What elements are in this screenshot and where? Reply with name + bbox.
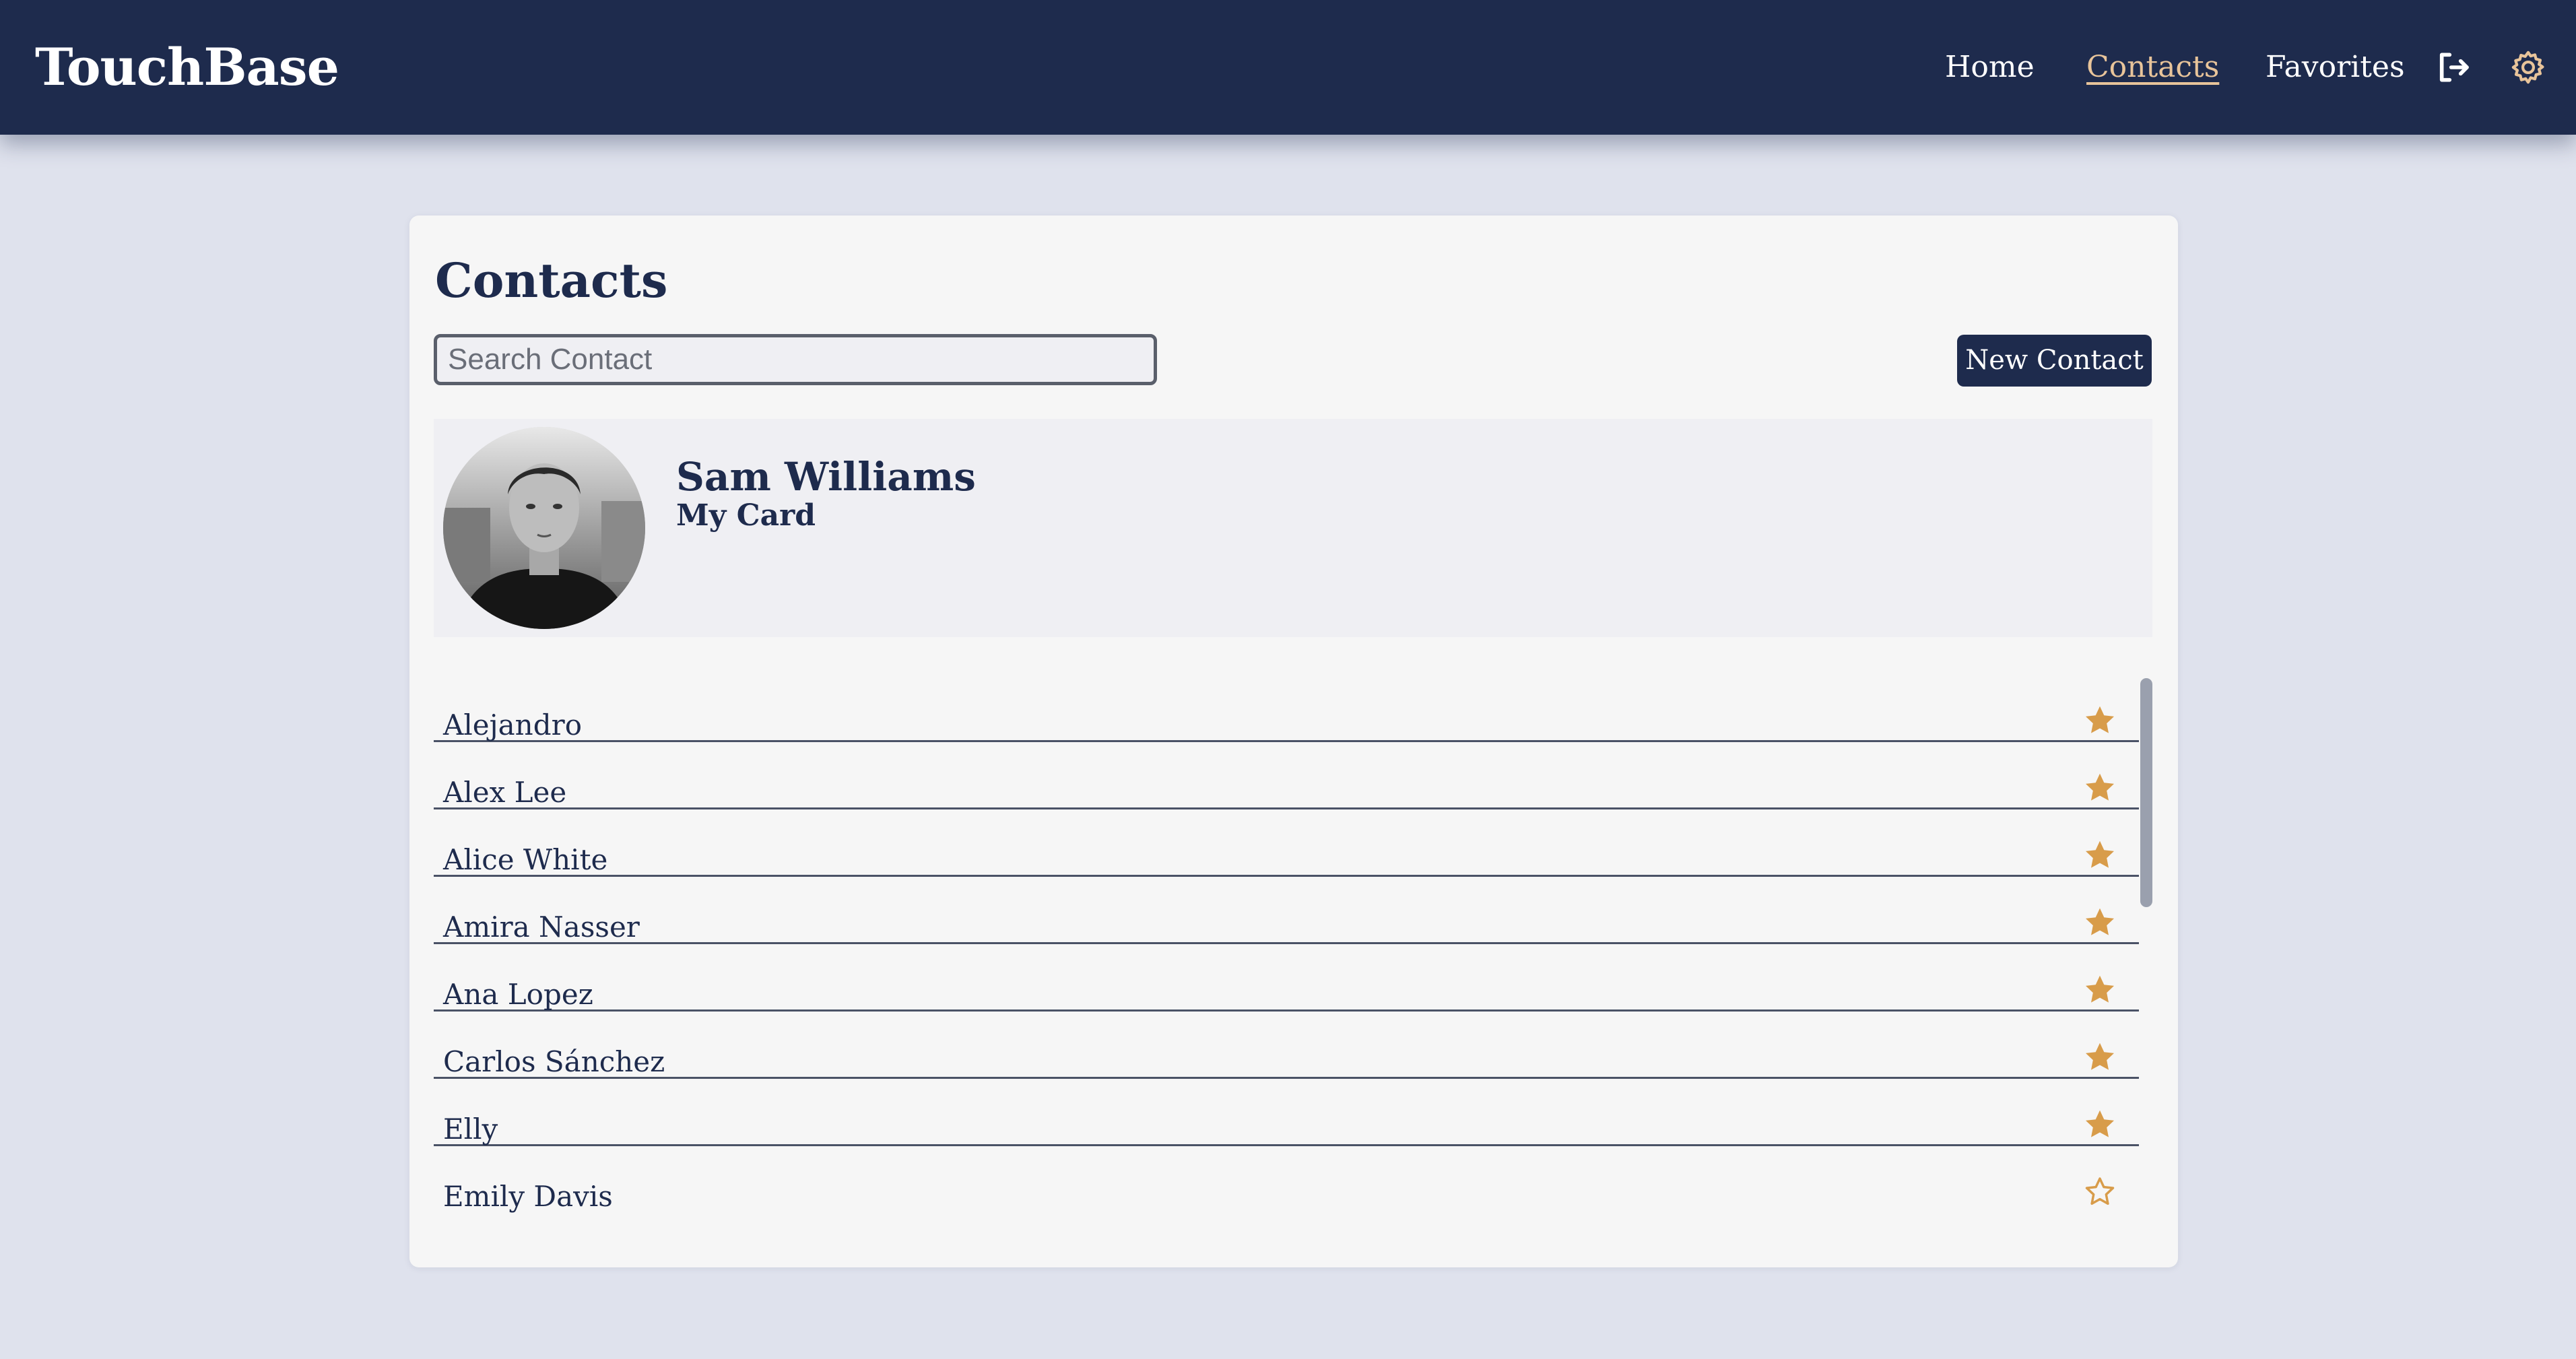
contact-row[interactable]: Alejandro — [434, 675, 2139, 742]
app-logo[interactable]: TouchBase — [35, 34, 339, 101]
contact-name: Emily Davis — [443, 1180, 613, 1213]
contact-row[interactable]: Carlos Sánchez — [434, 1012, 2139, 1079]
avatar-photo — [443, 427, 645, 629]
page-title: Contacts — [435, 253, 668, 308]
contact-row[interactable]: Amira Nasser — [434, 877, 2139, 944]
contact-row[interactable]: Ana Lopez — [434, 944, 2139, 1012]
star-outline-icon[interactable] — [2082, 1174, 2117, 1209]
contact-name: Alejandro — [443, 708, 582, 741]
logout-icon[interactable] — [2434, 48, 2472, 86]
contacts-panel: Contacts New Contact — [409, 216, 2178, 1267]
contact-name: Alice White — [443, 843, 608, 876]
my-card[interactable]: Sam Williams My Card — [434, 419, 2152, 637]
contact-name: Carlos Sánchez — [443, 1045, 665, 1078]
contact-name: Alex Lee — [443, 776, 567, 809]
contact-list[interactable]: Alejandro Alex Lee Alice White Amira Nas… — [434, 675, 2139, 1227]
avatar — [443, 427, 645, 629]
star-filled-icon[interactable] — [2082, 972, 2117, 1007]
contact-name: Amira Nasser — [443, 910, 640, 943]
contact-row[interactable]: Elly — [434, 1079, 2139, 1146]
nav-home-link[interactable]: Home — [1945, 47, 2035, 88]
contact-row[interactable]: Alex Lee — [434, 742, 2139, 809]
nav-favorites-link[interactable]: Favorites — [2266, 47, 2405, 88]
star-filled-icon[interactable] — [2082, 1107, 2117, 1142]
star-filled-icon[interactable] — [2082, 838, 2117, 873]
nav-contacts-link[interactable]: Contacts — [2086, 47, 2219, 88]
my-card-label: My Card — [676, 498, 816, 533]
new-contact-button[interactable]: New Contact — [1957, 335, 2152, 387]
star-filled-icon[interactable] — [2082, 703, 2117, 738]
contact-row[interactable]: Alice White — [434, 809, 2139, 877]
contact-list-scrollbar[interactable] — [2140, 678, 2152, 907]
contact-name: Ana Lopez — [443, 978, 593, 1011]
top-navbar: TouchBase Home Contacts Favorites — [0, 0, 2576, 135]
gear-icon[interactable] — [2509, 48, 2547, 86]
star-filled-icon[interactable] — [2082, 905, 2117, 940]
star-filled-icon[interactable] — [2082, 1040, 2117, 1075]
star-filled-icon[interactable] — [2082, 770, 2117, 805]
contact-row[interactable]: Emily Davis — [434, 1146, 2139, 1214]
my-card-name: Sam Williams — [676, 454, 976, 500]
search-input[interactable] — [434, 334, 1157, 385]
contact-name: Elly — [443, 1113, 498, 1146]
